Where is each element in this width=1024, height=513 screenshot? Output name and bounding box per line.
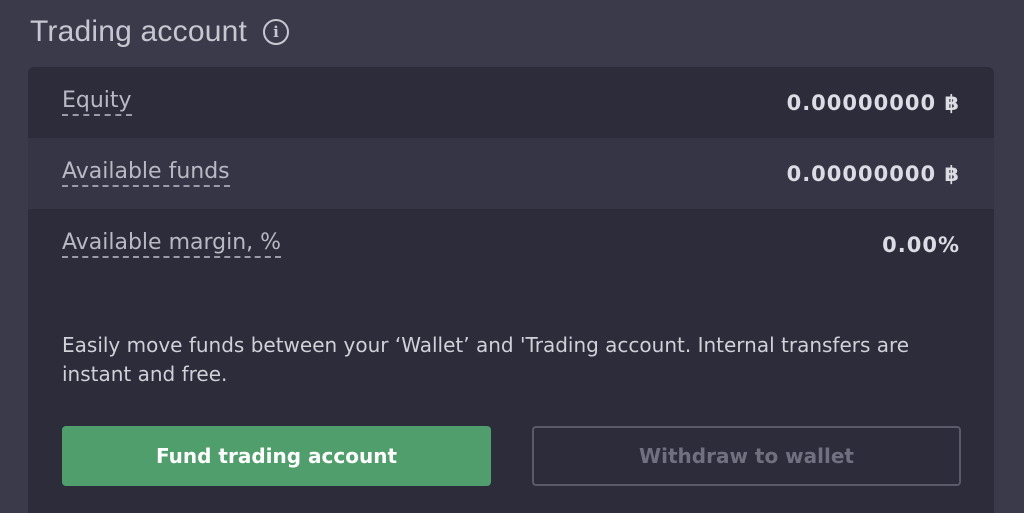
available-margin-row: Available margin, % 0.00% <box>28 209 994 280</box>
available-margin-value: 0.00% <box>882 232 960 257</box>
equity-value: 0.00000000 ฿ <box>786 90 960 115</box>
trading-account-card: Equity 0.00000000 ฿ Available funds 0.00… <box>28 67 994 513</box>
equity-label[interactable]: Equity <box>62 89 132 116</box>
fund-trading-account-button[interactable]: Fund trading account <box>62 426 491 486</box>
available-margin-label[interactable]: Available margin, % <box>62 231 282 258</box>
info-icon[interactable]: i <box>263 19 290 45</box>
transfer-description: Easily move funds between your ‘Wallet’ … <box>62 333 910 386</box>
available-funds-value: 0.00000000 ฿ <box>786 161 960 186</box>
equity-row: Equity 0.00000000 ฿ <box>28 67 994 138</box>
withdraw-to-wallet-button[interactable]: Withdraw to wallet <box>532 426 961 486</box>
section-header: Trading account i <box>30 10 290 54</box>
page-title: Trading account <box>30 15 248 48</box>
available-funds-row: Available funds 0.00000000 ฿ <box>28 138 994 209</box>
available-funds-label[interactable]: Available funds <box>62 160 230 187</box>
